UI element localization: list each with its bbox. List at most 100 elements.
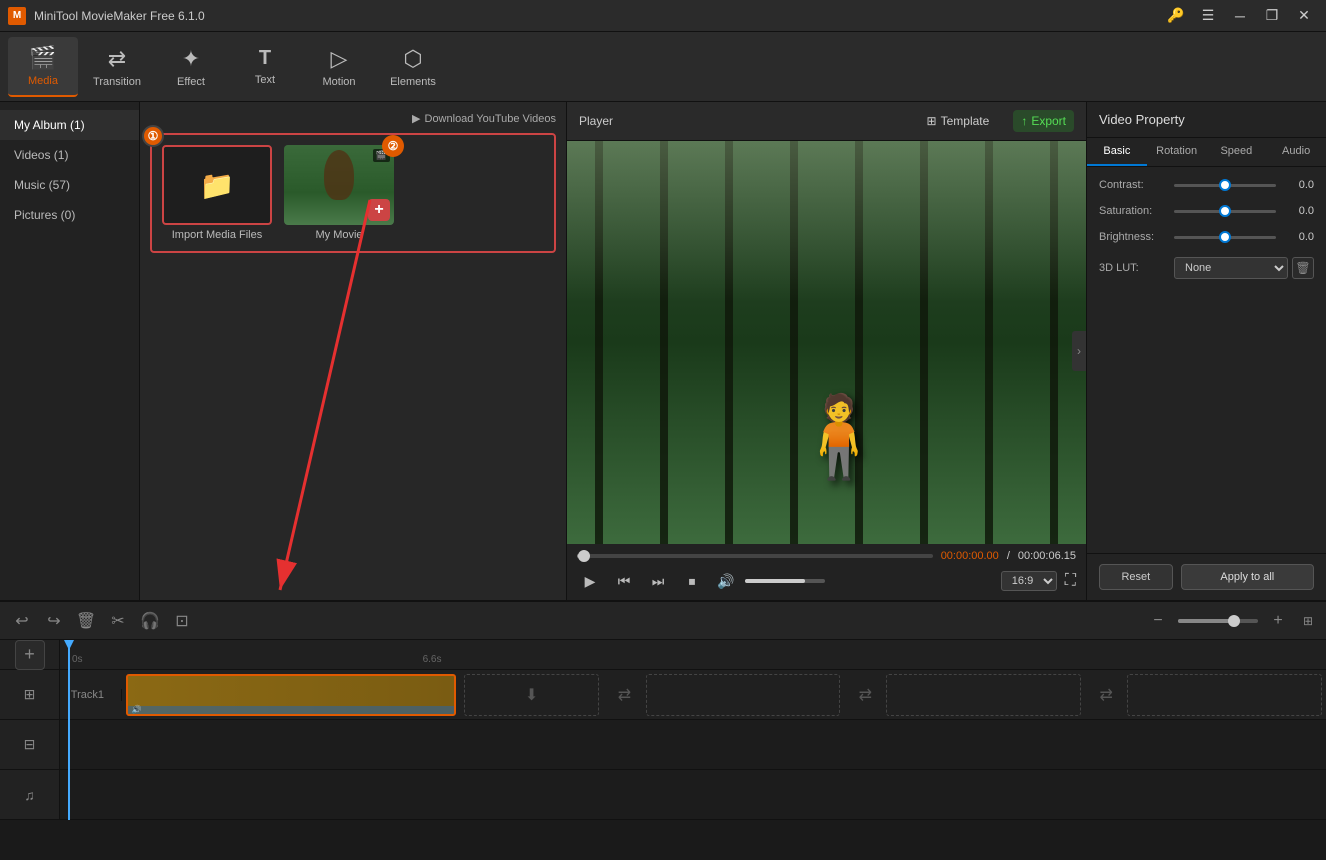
effect-icon: ✦ <box>182 46 200 72</box>
export-icon: ↑ <box>1021 114 1027 128</box>
titlebar-left: M MiniTool MovieMaker Free 6.1.0 <box>8 7 205 25</box>
progress-thumb[interactable] <box>578 550 590 562</box>
play-button[interactable]: ▶ <box>577 568 603 594</box>
aspect-ratio-select[interactable]: 16:9 9:16 1:1 <box>1001 571 1057 591</box>
toolbar-elements[interactable]: ⬡ Elements <box>378 37 448 97</box>
download-yt-label: Download YouTube Videos <box>425 113 557 125</box>
motion-icon: ▷ <box>331 46 348 72</box>
volume-area: 🔊 <box>713 568 825 594</box>
collapse-panel-button[interactable]: › <box>1072 331 1086 371</box>
export-label: Export <box>1031 114 1066 128</box>
delete-button[interactable]: 🗑 <box>72 607 100 635</box>
contrast-slider[interactable] <box>1174 184 1276 187</box>
timeline-content: + ⊞ ⊟ ♫ 0s 6.6s <box>0 640 1326 820</box>
text-label: Text <box>255 74 275 86</box>
my-movie-thumbnail[interactable]: 🎬 + <box>284 145 394 225</box>
apply-all-button[interactable]: Apply to all <box>1181 564 1314 590</box>
transition-icon: ⇄ <box>108 46 126 72</box>
lut-delete-button[interactable]: 🗑 <box>1292 257 1314 279</box>
zoom-out-button[interactable]: − <box>1144 607 1172 635</box>
main-area: My Album (1) Videos (1) Music (57) Pictu… <box>0 102 1326 600</box>
ruler-space: + <box>0 640 59 670</box>
add-track-button[interactable]: + <box>15 640 45 670</box>
next-frame-button[interactable]: ⏭ <box>645 568 671 594</box>
zoom-slider[interactable] <box>1178 619 1258 623</box>
menu-button[interactable]: ☰ <box>1194 5 1222 27</box>
titlebar: M MiniTool MovieMaker Free 6.1.0 🔑 ☰ ─ ❐… <box>0 0 1326 32</box>
contrast-thumb <box>1219 179 1231 191</box>
tab-audio[interactable]: Audio <box>1266 138 1326 166</box>
elements-icon: ⬡ <box>403 46 422 72</box>
stop-button[interactable]: ⏹ <box>679 568 705 594</box>
timeline-toolbar: ↩ ↪ 🗑 ✂ 🎧 ⊡ − + ⊞ <box>0 602 1326 640</box>
video-track-icon: ⊞ <box>24 686 36 703</box>
sidebar-item-album[interactable]: My Album (1) <box>0 110 139 140</box>
sidebar-item-videos[interactable]: Videos (1) <box>0 140 139 170</box>
download-youtube-button[interactable]: ▶ Download YouTube Videos <box>412 112 556 125</box>
fit-zoom-button[interactable]: ⊞ <box>1298 607 1318 635</box>
saturation-thumb <box>1219 205 1231 217</box>
timeline: ↩ ↪ 🗑 ✂ 🎧 ⊡ − + ⊞ + ⊞ <box>0 600 1326 820</box>
controls-row: ▶ ⏮ ⏭ ⏹ 🔊 16:9 9:16 1:1 <box>577 568 1076 594</box>
forest-scene: 🧍 <box>567 141 1086 544</box>
undo-button[interactable]: ↩ <box>8 607 36 635</box>
transition-label: Transition <box>93 76 141 88</box>
saturation-row: Saturation: 0.0 <box>1099 205 1314 217</box>
template-button[interactable]: ⊞ Template <box>919 110 998 132</box>
close-button[interactable]: ✕ <box>1290 5 1318 27</box>
zoom-fill <box>1178 619 1234 623</box>
timeline-edit-tools: ↩ ↪ 🗑 ✂ 🎧 ⊡ <box>8 607 196 635</box>
restore-button[interactable]: ❐ <box>1258 5 1286 27</box>
video-property-title: Video Property <box>1087 102 1326 138</box>
fullscreen-button[interactable]: ⛶ <box>1065 572 1076 590</box>
lut-select[interactable]: None <box>1174 257 1288 279</box>
toolbar-effect[interactable]: ✦ Effect <box>156 37 226 97</box>
subtitle-track-row <box>60 720 1326 770</box>
detach-audio-button[interactable]: 🎧 <box>136 607 164 635</box>
sidebar-item-pictures[interactable]: Pictures (0) <box>0 200 139 230</box>
zoom-thumb <box>1228 615 1240 627</box>
timeline-tracks-area: 0s 6.6s Track1 <box>60 640 1326 820</box>
saturation-slider[interactable] <box>1174 210 1276 213</box>
progress-track[interactable] <box>577 554 933 558</box>
brightness-slider[interactable] <box>1174 236 1276 239</box>
sidebar-item-music[interactable]: Music (57) <box>0 170 139 200</box>
tab-rotation[interactable]: Rotation <box>1147 138 1207 166</box>
time-separator: / <box>1007 550 1010 562</box>
redo-button[interactable]: ↪ <box>40 607 68 635</box>
toolbar-text[interactable]: T Text <box>230 37 300 97</box>
clip-audio-waveform: 🔊 <box>128 706 454 714</box>
zoom-in-button[interactable]: + <box>1264 607 1292 635</box>
timeline-placeholder-4[interactable] <box>1127 674 1322 716</box>
add-to-timeline-button[interactable]: + <box>368 199 390 221</box>
player-header-right: ⊞ Template ↑ Export <box>919 110 1074 132</box>
video-clip[interactable]: 🔊 <box>126 674 456 716</box>
timeline-placeholder-2[interactable] <box>646 674 841 716</box>
crop-button[interactable]: ⊡ <box>168 607 196 635</box>
volume-button[interactable]: 🔊 <box>713 568 739 594</box>
tab-speed[interactable]: Speed <box>1207 138 1267 166</box>
volume-slider[interactable] <box>745 579 825 583</box>
subtitle-track-icon: ⊟ <box>24 736 36 753</box>
toolbar-transition[interactable]: ⇄ Transition <box>82 37 152 97</box>
media-icon: 🎬 <box>29 45 56 71</box>
app-icon: M <box>8 7 26 25</box>
contrast-value: 0.0 <box>1282 179 1314 191</box>
toolbar-media[interactable]: 🎬 Media <box>8 37 78 97</box>
timeline-ruler: 0s 6.6s <box>60 640 1326 670</box>
minimize-button[interactable]: ─ <box>1226 5 1254 27</box>
toolbar-motion[interactable]: ▷ Motion <box>304 37 374 97</box>
tab-basic[interactable]: Basic <box>1087 138 1147 166</box>
prev-frame-button[interactable]: ⏮ <box>611 568 637 594</box>
toolbar: 🎬 Media ⇄ Transition ✦ Effect T Text ▷ M… <box>0 32 1326 102</box>
export-button[interactable]: ↑ Export <box>1013 110 1074 132</box>
player-area: Player ⊞ Template ↑ Export <box>566 102 1086 600</box>
template-label: Template <box>941 114 990 128</box>
cut-button[interactable]: ✂ <box>104 607 132 635</box>
brightness-value: 0.0 <box>1282 231 1314 243</box>
audio-icon-small: 🔊 <box>132 705 142 714</box>
timeline-placeholder-1[interactable]: ⬇ <box>464 674 600 716</box>
reset-button[interactable]: Reset <box>1099 564 1173 590</box>
import-media-button[interactable]: 📁 <box>162 145 272 225</box>
timeline-placeholder-3[interactable] <box>886 674 1081 716</box>
